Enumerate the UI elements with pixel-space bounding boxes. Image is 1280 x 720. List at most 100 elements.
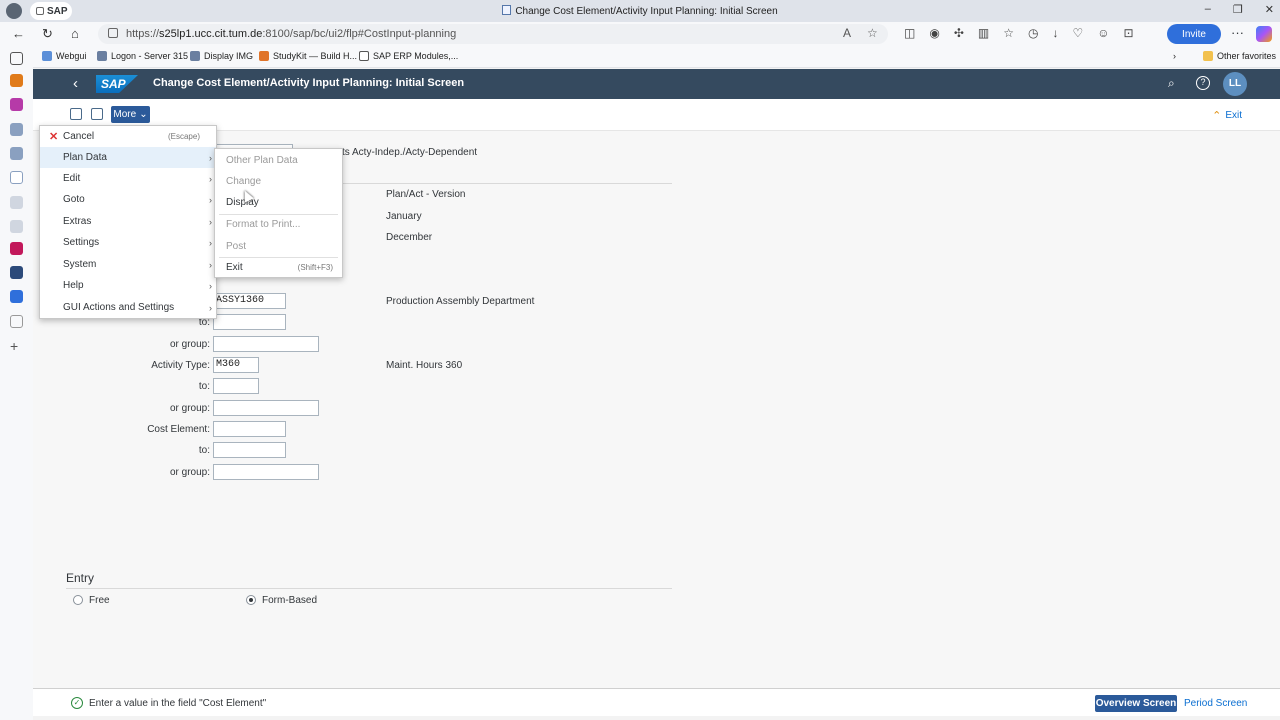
other-favorites[interactable]: Other favorites: [1203, 51, 1276, 61]
plan-data-submenu: Other Plan Data Change Display Format to…: [214, 148, 343, 278]
sidebar-app-purple-icon[interactable]: [10, 98, 23, 111]
sidebar-filter2-icon[interactable]: [10, 220, 23, 233]
sidebar-app-blue-icon[interactable]: [10, 290, 23, 303]
download-icon[interactable]: ↓: [1052, 26, 1058, 40]
sidebar-add-icon[interactable]: +: [10, 339, 23, 353]
minimize-icon[interactable]: –: [1205, 3, 1211, 16]
avatar[interactable]: LL: [1223, 72, 1247, 96]
favorites-icon[interactable]: ☆: [1003, 26, 1014, 40]
camera-icon[interactable]: ◉: [929, 26, 939, 40]
exit-chevron-icon: ⌃: [1212, 110, 1222, 122]
favorite-display-img[interactable]: Display IMG: [190, 51, 253, 61]
search-icon[interactable]: ⌕: [1168, 76, 1175, 91]
create-icon[interactable]: [70, 108, 82, 120]
feedback-icon[interactable]: ☺: [1097, 26, 1109, 40]
submenu-item-post[interactable]: Post: [215, 236, 342, 257]
chevron-right-icon: ›: [209, 280, 212, 291]
sidebar-app-sap2-icon[interactable]: [10, 147, 23, 160]
read-aloud-icon[interactable]: A: [843, 26, 851, 40]
url-input[interactable]: https://s25lp1.ucc.cit.tum.de:8100/sap/b…: [98, 24, 888, 44]
menu-item-system[interactable]: System ›: [40, 254, 216, 275]
favorite-sap-erp[interactable]: SAP ERP Modules,...: [359, 51, 458, 61]
menu-item-plan-data[interactable]: Plan Data ›: [40, 147, 216, 168]
free-radio[interactable]: [73, 595, 83, 605]
submenu-item-format-to-print[interactable]: Format to Print...: [215, 214, 342, 235]
submenu-item-change[interactable]: Change: [215, 171, 342, 192]
sidebar-app-pink-icon[interactable]: [10, 242, 23, 255]
lock-icon: [108, 28, 118, 38]
cost-element-label: Cost Element:: [147, 424, 210, 435]
menu-item-extras[interactable]: Extras ›: [40, 211, 216, 232]
more-button[interactable]: More ⌄: [111, 106, 150, 123]
menu-item-cancel[interactable]: ✕ Cancel (Escape): [40, 126, 216, 147]
activity-type-input[interactable]: M360: [213, 357, 259, 373]
period-screen-button[interactable]: Period Screen: [1184, 698, 1247, 709]
cost-element-to-input[interactable]: [213, 442, 286, 458]
cost-element-group-label: or group:: [169, 467, 210, 478]
form-based-radio[interactable]: [246, 595, 256, 605]
entry-section-title: Entry: [66, 571, 95, 585]
close-icon[interactable]: ✕: [1265, 3, 1274, 16]
puzzle-icon[interactable]: ✣: [954, 26, 964, 40]
home-icon[interactable]: ⌂: [71, 26, 79, 41]
back-icon[interactable]: ←: [12, 26, 25, 41]
sidebar-app-orange-icon[interactable]: [10, 74, 23, 87]
overview-screen-button[interactable]: Overview Screen: [1095, 695, 1177, 712]
shell-back-icon[interactable]: ‹: [73, 75, 78, 92]
screenshot-icon[interactable]: ⊡: [1124, 26, 1134, 40]
chevron-right-icon: ›: [209, 302, 212, 313]
history-icon[interactable]: ◷: [1028, 26, 1038, 40]
sidebar-app-sap-active-icon[interactable]: [10, 171, 23, 184]
cost-element-group-input[interactable]: [213, 464, 319, 480]
maximize-icon[interactable]: ❐: [1233, 3, 1243, 16]
cost-center-input[interactable]: ASSY1360: [213, 293, 286, 309]
folder-icon: [1203, 51, 1213, 61]
browser-sidebar: +: [0, 46, 33, 720]
favorite-logon[interactable]: Logon - Server 315: [97, 51, 188, 61]
split-screen-icon[interactable]: ▥: [978, 26, 989, 40]
favorite-webgui[interactable]: Webgui: [42, 51, 86, 61]
chevron-down-icon: ⌄: [139, 109, 148, 120]
menu-item-goto[interactable]: Goto ›: [40, 189, 216, 210]
cost-element-to-label: to:: [198, 445, 210, 456]
page-icon: [359, 51, 369, 61]
reload-icon[interactable]: ↻: [42, 26, 53, 42]
cost-center-to-input[interactable]: [213, 314, 286, 330]
activity-type-to-input[interactable]: [213, 378, 259, 394]
sidebar-app-sap-icon[interactable]: [10, 123, 23, 136]
menu-item-settings[interactable]: Settings ›: [40, 232, 216, 253]
cost-element-input[interactable]: [213, 421, 286, 437]
chevron-right-icon: ›: [209, 259, 212, 270]
sidebar-app-grey-icon[interactable]: [10, 315, 23, 328]
version-description: Plan/Act - Version: [386, 189, 466, 200]
menu-item-help[interactable]: Help ›: [40, 275, 216, 296]
submenu-item-other-plan-data[interactable]: Other Plan Data: [215, 150, 342, 171]
performance-icon[interactable]: ♡: [1072, 26, 1083, 40]
help-icon[interactable]: ?: [1196, 76, 1210, 90]
exit-button[interactable]: ⌃ Exit: [1212, 109, 1242, 122]
sap-logo[interactable]: SAP: [96, 75, 138, 93]
sidebar-tabs-icon[interactable]: [10, 52, 23, 65]
invite-button[interactable]: Invite: [1167, 24, 1221, 44]
sidebar-app-navy-icon[interactable]: [10, 266, 23, 279]
cost-center-group-input[interactable]: [213, 336, 319, 352]
copilot-icon[interactable]: [1256, 26, 1272, 42]
chevron-right-icon: ›: [209, 152, 212, 163]
address-bar: ← ↻ ⌂ https://s25lp1.ucc.cit.tum.de:8100…: [0, 22, 1280, 46]
copy-icon[interactable]: [91, 108, 103, 120]
favorite-studykit[interactable]: StudyKit — Build H...: [259, 51, 357, 61]
menu-item-edit[interactable]: Edit ›: [40, 168, 216, 189]
favorites-overflow-icon[interactable]: ›: [1173, 51, 1176, 61]
submenu-item-display[interactable]: Display: [215, 192, 342, 213]
cost-center-group-label: or group:: [169, 339, 210, 350]
settings-more-icon[interactable]: ···: [1231, 25, 1244, 40]
submenu-item-exit[interactable]: Exit (Shift+F3): [215, 257, 342, 278]
favorite-star-icon[interactable]: ☆: [867, 26, 878, 40]
extensions-icon[interactable]: ◫: [904, 26, 915, 40]
sidebar-filter-icon[interactable]: [10, 196, 23, 209]
window-controls: – ❐ ✕: [1205, 3, 1274, 16]
window-title: Change Cost Element/Activity Input Plann…: [0, 5, 1280, 17]
activity-type-group-input[interactable]: [213, 400, 319, 416]
menu-item-gui-actions[interactable]: GUI Actions and Settings ›: [40, 297, 216, 318]
success-icon: ✓: [71, 697, 83, 709]
